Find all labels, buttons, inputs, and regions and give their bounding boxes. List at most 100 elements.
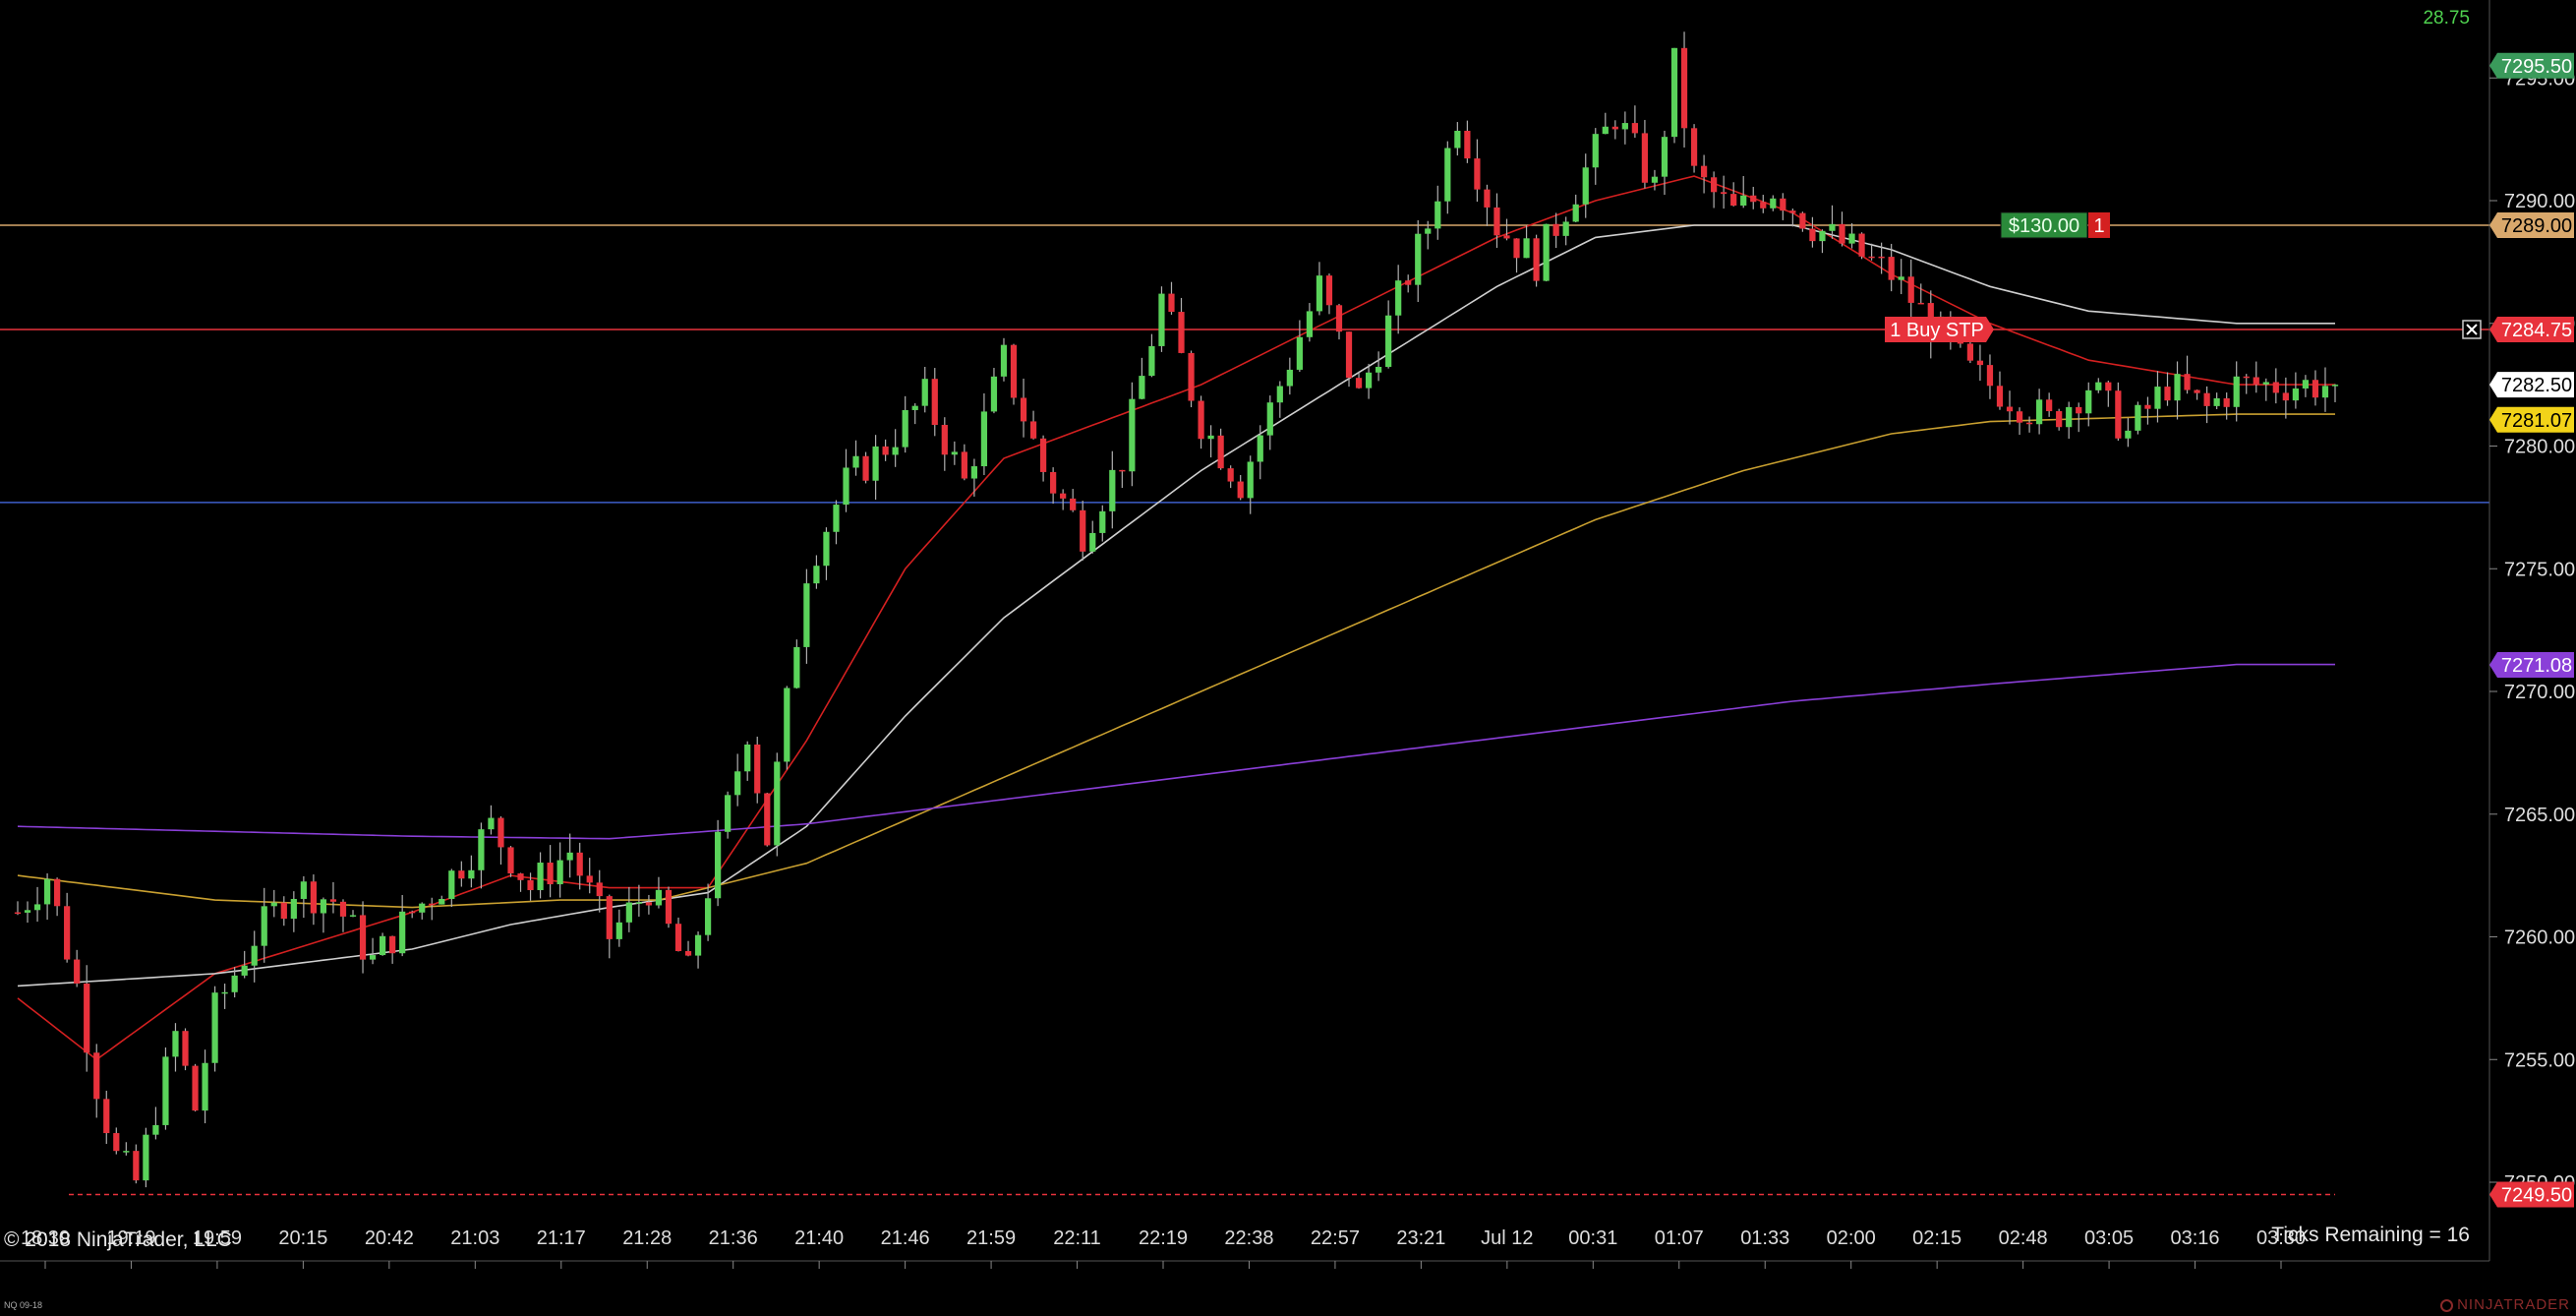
candle-body: [1878, 256, 1885, 259]
candle-body: [359, 915, 367, 960]
candle-body: [674, 924, 682, 951]
candle-body: [2272, 382, 2279, 393]
candle: [2135, 401, 2141, 435]
price-tag-label: 7282.50: [2501, 375, 2572, 396]
x-tick-label: 20:15: [278, 1227, 327, 1249]
candle-body: [290, 898, 297, 920]
candle-body: [764, 793, 771, 846]
candle-body: [1020, 397, 1027, 422]
candle-body: [615, 922, 622, 939]
candle: [1188, 350, 1195, 408]
candle-body: [1415, 233, 1422, 285]
candle-body: [813, 566, 820, 584]
candle-body: [389, 935, 396, 954]
buy-stop-order[interactable]: 1 Buy STP: [1885, 316, 1994, 342]
candle-body: [1848, 233, 1855, 244]
candle-body: [1484, 189, 1491, 208]
candle-body: [990, 376, 998, 412]
price-tag: 7249.50: [2489, 1181, 2574, 1208]
candle-body: [221, 991, 228, 994]
candle-body: [182, 1031, 189, 1066]
candle-body: [1750, 195, 1757, 203]
candle-body: [823, 531, 830, 567]
cancel-order-icon[interactable]: [2462, 320, 2482, 339]
candle-body: [2194, 389, 2200, 393]
y-tick-label: 7265.00: [2504, 805, 2575, 826]
candle-body: [211, 992, 218, 1063]
x-tick-label: 21:28: [622, 1227, 672, 1249]
x-tick-label: Jul 12: [1481, 1227, 1533, 1249]
candle-body: [645, 902, 653, 906]
candle-body: [1888, 257, 1895, 280]
price-tag: 7289.00: [2489, 211, 2574, 238]
candle-body: [2046, 399, 2053, 412]
candle-body: [320, 899, 327, 914]
candle-body: [1711, 177, 1718, 193]
candle-body: [843, 467, 849, 506]
candle-body: [970, 466, 977, 479]
candle-body: [1641, 133, 1649, 183]
candle-body: [1789, 210, 1796, 213]
candle: [192, 1063, 199, 1112]
candle: [143, 1127, 149, 1188]
candle-body: [1335, 305, 1343, 332]
candle-body: [103, 1099, 110, 1134]
candle-body: [1178, 312, 1185, 353]
x-tick-label: 01:07: [1655, 1227, 1704, 1249]
candle-body: [872, 446, 879, 481]
x-tick-label: 23:21: [1396, 1227, 1445, 1249]
candle-body: [556, 860, 563, 885]
candle-body: [980, 411, 988, 467]
candle-body: [1306, 311, 1314, 337]
candle-body: [1523, 238, 1530, 259]
candle-body: [1247, 461, 1254, 499]
candle-body: [429, 903, 436, 906]
brand-logo: NINJATRADER: [2440, 1296, 2570, 1313]
candle-body: [1730, 194, 1737, 207]
candle-body: [1207, 435, 1214, 440]
price-tag: 7271.08: [2489, 652, 2574, 679]
candle-body: [1839, 223, 1845, 244]
candle-body: [1316, 275, 1323, 312]
x-tick-label: 21:46: [881, 1227, 930, 1249]
candle-body: [665, 889, 673, 925]
candle-body: [113, 1133, 120, 1152]
candle-body: [1060, 493, 1067, 499]
candle-body: [892, 447, 899, 455]
candle-body: [793, 646, 800, 688]
ticks-remaining-label: Ticks Remaining = 16: [2271, 1224, 2470, 1246]
candle-body: [1129, 398, 1136, 472]
candle-body: [1217, 435, 1224, 469]
candle-body: [2321, 386, 2329, 398]
candle-body: [1552, 223, 1559, 236]
candle-body: [852, 455, 859, 468]
candle-body: [1740, 195, 1747, 207]
x-tick-label: 01:33: [1740, 1227, 1789, 1249]
candle-body: [547, 863, 554, 885]
x-tick-label: 22:11: [1053, 1227, 1101, 1249]
candle-body: [369, 955, 377, 960]
candle-body: [1966, 343, 1974, 361]
candle-body: [507, 847, 514, 874]
candle-body: [261, 906, 267, 946]
x-tick-label: 03:05: [2084, 1227, 2134, 1249]
position-marker[interactable]: $130.00 1: [2000, 211, 2110, 239]
candle-body: [1670, 47, 1678, 138]
price-chart[interactable]: 1 Buy STP$130.001 7250.007255.007260.007…: [0, 0, 2576, 1316]
candle-body: [2302, 380, 2310, 389]
candle-body: [2262, 382, 2269, 385]
candle-body: [704, 898, 712, 935]
candle-body: [152, 1124, 159, 1135]
candle-body: [123, 1151, 130, 1153]
buy-stop-order-label: 1 Buy STP: [1890, 320, 1984, 341]
candle-body: [1651, 176, 1659, 183]
candle-body: [1139, 376, 1145, 399]
candle-body: [241, 965, 248, 976]
candle-body: [1898, 276, 1904, 280]
price-tag-label: 7284.75: [2501, 320, 2572, 341]
candle-body: [1809, 228, 1816, 242]
candle-body: [1395, 280, 1402, 316]
candle-body: [754, 744, 761, 794]
candle-body: [162, 1056, 169, 1125]
candle-body: [586, 875, 593, 883]
